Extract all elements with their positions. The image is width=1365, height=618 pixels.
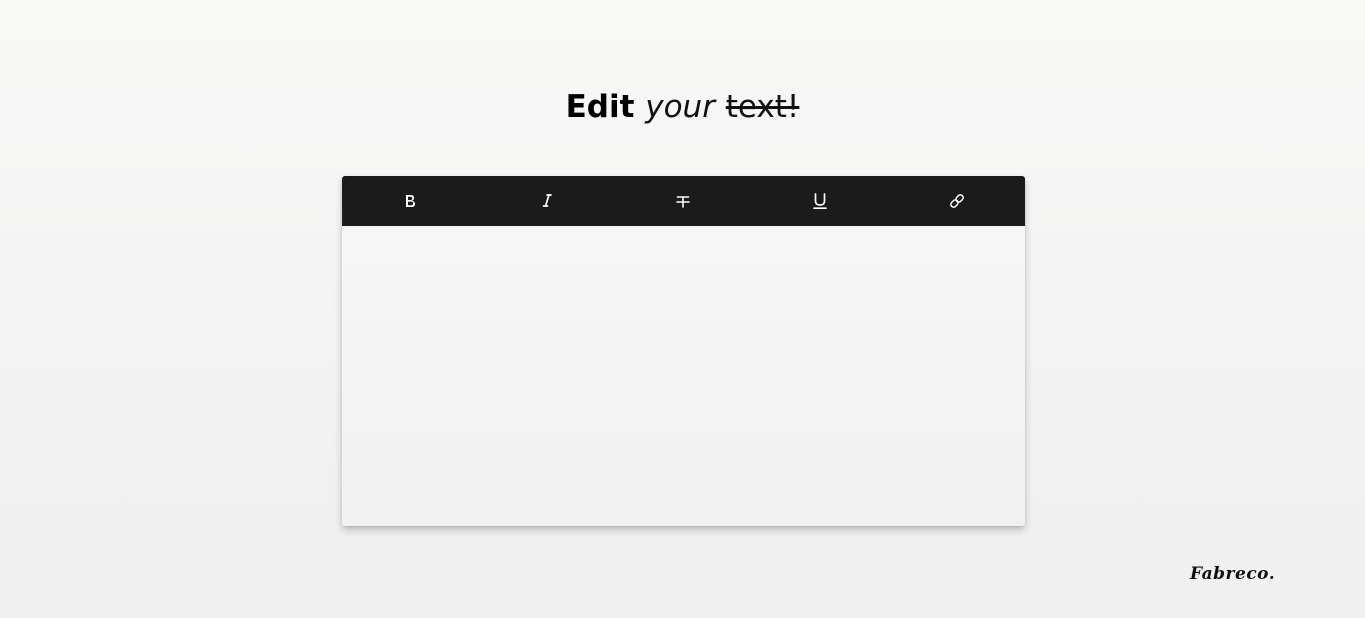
underline-icon — [813, 193, 827, 210]
title-italic-word: your — [645, 89, 715, 125]
link-button[interactable] — [888, 176, 1025, 226]
editor-content-area[interactable] — [342, 226, 1025, 526]
text-editor — [342, 176, 1025, 526]
editor-toolbar — [342, 176, 1025, 226]
strikethrough-button[interactable] — [615, 176, 752, 226]
strikethrough-icon — [676, 196, 691, 208]
brand-logo: Fabreco. — [1190, 564, 1276, 584]
link-icon — [949, 194, 964, 208]
bold-icon — [406, 195, 416, 207]
bold-button[interactable] — [342, 176, 479, 226]
italic-icon — [542, 194, 552, 207]
title-strike-word: text! — [725, 89, 800, 125]
italic-button[interactable] — [479, 176, 616, 226]
underline-button[interactable] — [752, 176, 889, 226]
page-title: Edit your text! — [0, 84, 1365, 130]
title-bold-word: Edit — [565, 89, 635, 125]
